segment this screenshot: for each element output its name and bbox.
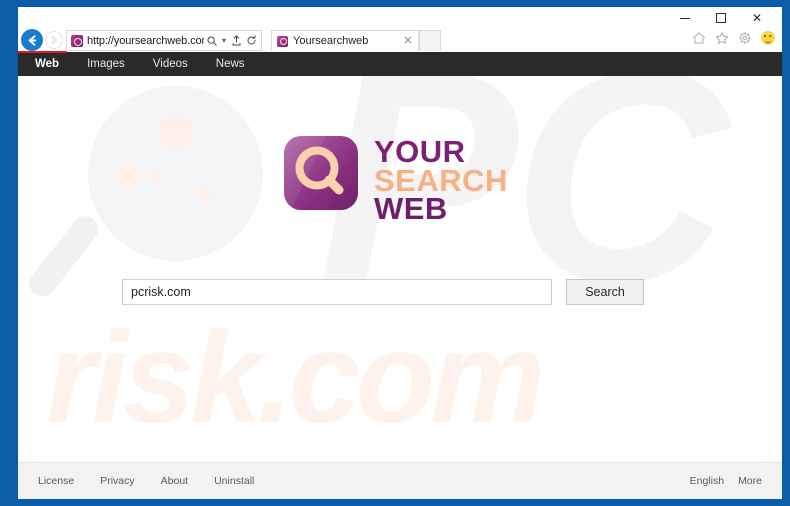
minimize-icon — [680, 17, 690, 19]
title-bar: ✕ — [18, 7, 782, 29]
back-arrow-icon — [28, 34, 36, 46]
browser-tab[interactable]: Yoursearchweb ✕ — [271, 30, 419, 51]
tab-title: Yoursearchweb — [293, 35, 369, 47]
annotation-underline — [18, 51, 67, 53]
page-content: PC risk.com YOUR SEARCH WEB pcrisk.com S… — [18, 76, 782, 499]
footer-link-about[interactable]: About — [161, 475, 188, 487]
search-icon[interactable] — [204, 31, 219, 50]
page-footer: License Privacy About Uninstall English … — [18, 462, 782, 499]
search-row: Search — [122, 279, 644, 305]
brand-logo: YOUR SEARCH WEB — [284, 136, 508, 224]
maximize-icon — [716, 13, 726, 23]
watermark-risk-text: risk.com — [46, 304, 546, 450]
tab-strip: Yoursearchweb ✕ — [271, 30, 441, 51]
browser-toolbar: http://yoursearchweb.com/?ts=A ▾ — [18, 28, 782, 52]
magnifier-logo-icon — [284, 136, 358, 210]
forward-arrow-icon — [51, 36, 57, 44]
footer-link-license[interactable]: License — [38, 475, 74, 487]
tab-favicon-icon — [277, 35, 288, 47]
footer-right-links: English More — [676, 475, 782, 487]
nav-item-videos[interactable]: Videos — [153, 58, 188, 70]
footer-link-uninstall[interactable]: Uninstall — [214, 475, 254, 487]
forward-button[interactable] — [45, 31, 63, 49]
maximize-button[interactable] — [704, 7, 738, 29]
footer-link-english[interactable]: English — [690, 475, 724, 487]
back-button[interactable] — [21, 29, 43, 51]
browser-window: ✕ http://yoursearchweb.com/?ts=A — [18, 7, 782, 499]
nav-item-news[interactable]: News — [216, 58, 245, 70]
footer-left-links: License Privacy About Uninstall — [18, 475, 280, 487]
close-button[interactable]: ✕ — [740, 7, 774, 29]
minimize-button[interactable] — [668, 7, 702, 29]
brand-wordmark: YOUR SEARCH WEB — [374, 136, 508, 227]
star-icon[interactable] — [714, 30, 730, 46]
nav-item-web[interactable]: Web — [35, 58, 59, 70]
nav-item-images[interactable]: Images — [87, 58, 125, 70]
browser-command-icons — [691, 30, 776, 46]
site-navigation: Web Images Videos News — [18, 52, 782, 76]
window-frame: ✕ http://yoursearchweb.com/?ts=A — [0, 0, 790, 506]
gear-icon[interactable] — [737, 30, 753, 46]
search-button[interactable]: Search — [566, 279, 644, 305]
new-tab-button[interactable] — [419, 30, 441, 51]
smiley-icon[interactable] — [760, 30, 776, 46]
footer-link-more[interactable]: More — [738, 475, 762, 487]
site-favicon-icon — [71, 34, 83, 47]
home-icon[interactable] — [691, 30, 707, 46]
refresh-icon[interactable] — [244, 31, 259, 50]
address-url-text[interactable]: http://yoursearchweb.com/?ts=A — [87, 35, 204, 47]
search-input[interactable] — [122, 279, 552, 305]
footer-link-privacy[interactable]: Privacy — [100, 475, 134, 487]
address-bar[interactable]: http://yoursearchweb.com/?ts=A ▾ — [66, 30, 262, 51]
compatibility-view-icon[interactable] — [229, 31, 244, 50]
chevron-down-icon[interactable]: ▾ — [219, 31, 229, 50]
tab-close-icon[interactable]: ✕ — [401, 35, 415, 47]
brand-line-web: WEB — [374, 191, 448, 227]
